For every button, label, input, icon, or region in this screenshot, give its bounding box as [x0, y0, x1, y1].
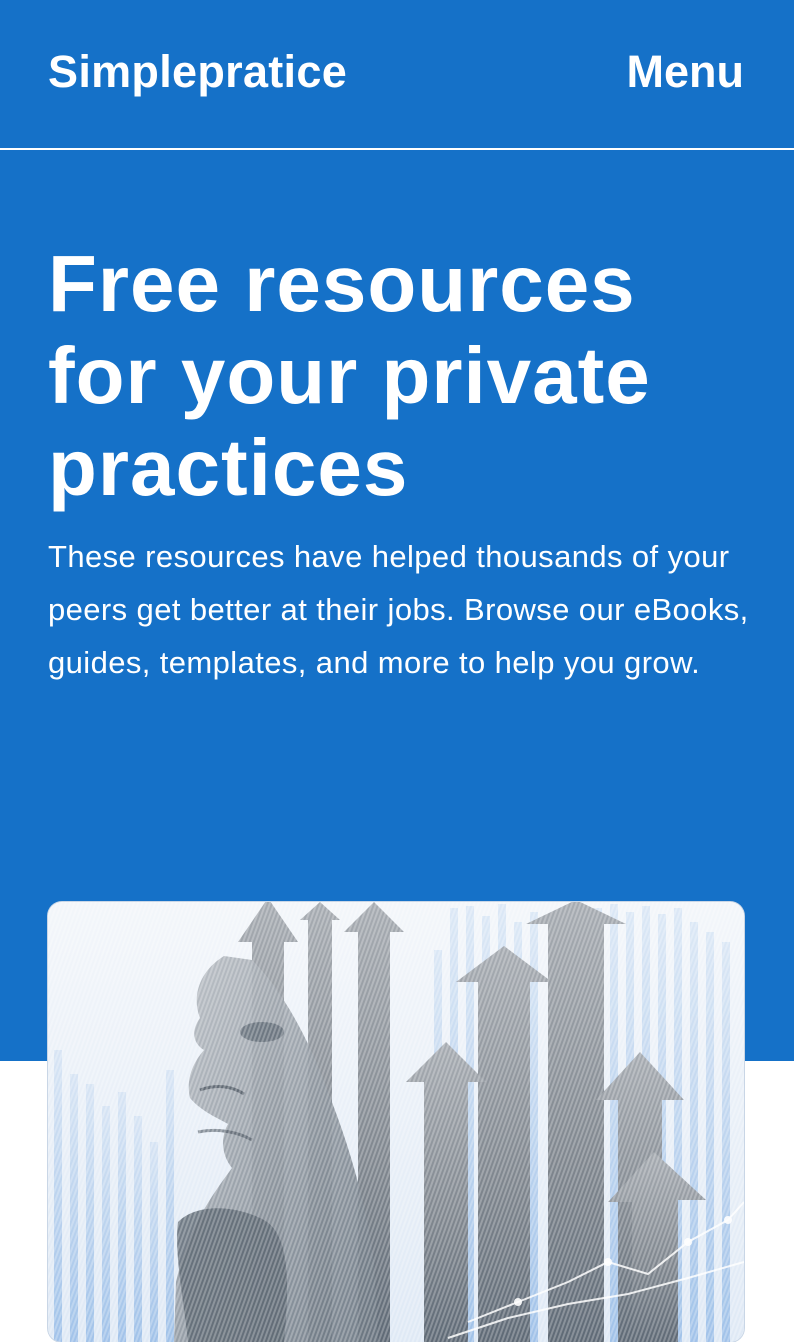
- hero-subtitle: These resources have helped thousands of…: [48, 539, 749, 680]
- site-header: Simplepratice Menu: [0, 0, 794, 150]
- hero-title: Free resources for your private practice…: [48, 239, 651, 512]
- menu-button[interactable]: Menu: [627, 46, 745, 98]
- growth-arrows-illustration: [48, 902, 744, 1342]
- hero-image: [48, 902, 744, 1342]
- brand-logo[interactable]: Simplepratice: [48, 46, 347, 98]
